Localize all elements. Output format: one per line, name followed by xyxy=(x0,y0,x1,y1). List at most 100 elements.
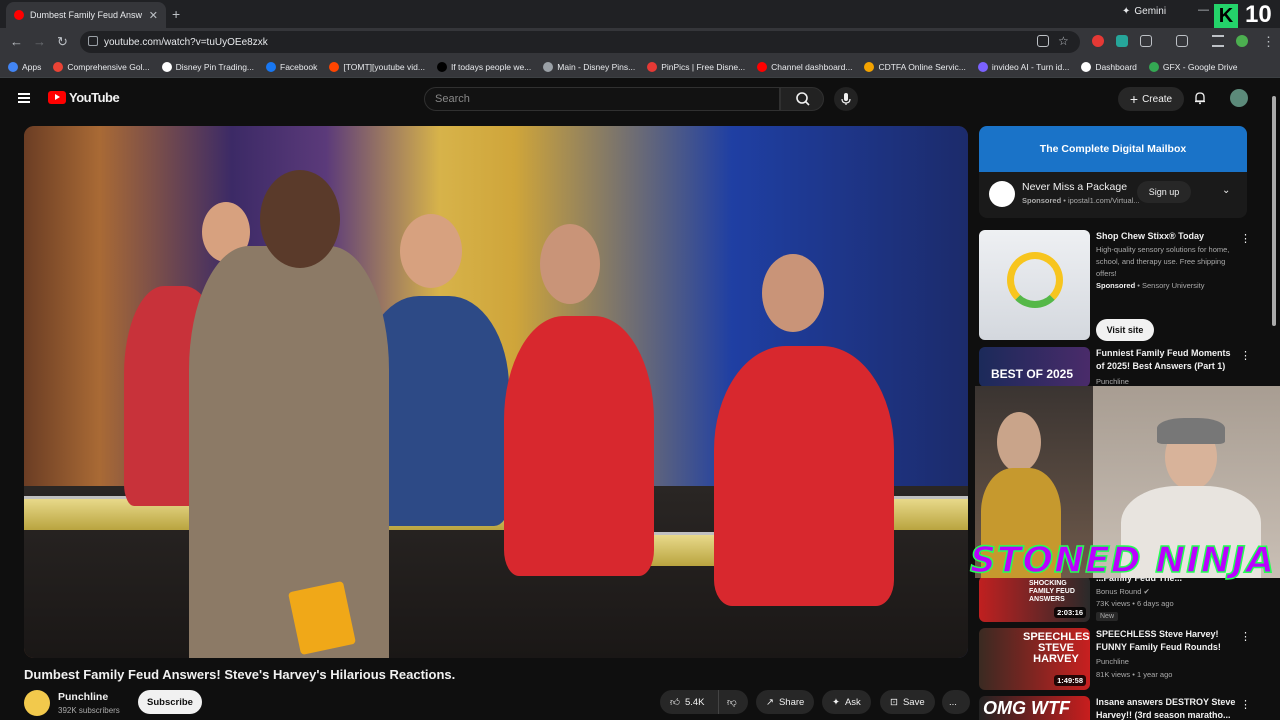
more-actions-button[interactable]: ... xyxy=(942,690,970,714)
video-thumbnail[interactable]: BEST OF 2025 xyxy=(979,347,1090,387)
bookmark-favicon-icon xyxy=(977,61,988,72)
youtube-play-icon xyxy=(48,91,66,104)
visit-site-button[interactable]: Visit site xyxy=(1096,319,1154,341)
list-item[interactable]: OMG WTF Insane answers DESTROY Steve Har… xyxy=(979,696,1247,720)
bookmark-item[interactable]: CDTFA Online Servic... xyxy=(864,61,966,72)
bookmark-item[interactable]: GFX - Google Drive xyxy=(1148,61,1238,72)
page-scrollbar[interactable] xyxy=(1272,96,1276,326)
address-bar[interactable]: youtube.com/watch?v=tuUyOEe8zxk xyxy=(80,31,1080,53)
extensions-puzzle-icon[interactable] xyxy=(1140,35,1152,47)
thumbnail-text: OMG WTF xyxy=(983,698,1070,718)
gemini-button[interactable]: ✦ Gemini xyxy=(1122,6,1166,17)
bookmark-icon: ⊡ xyxy=(890,696,898,708)
bookmark-item[interactable]: Dashboard xyxy=(1081,61,1137,72)
youtube-logo[interactable]: YouTube xyxy=(48,90,120,105)
bookmark-label: Main - Disney Pins... xyxy=(557,61,636,72)
list-item[interactable]: BEST OF 2025 Funniest Family Feud Moment… xyxy=(979,347,1251,387)
rec-title[interactable]: Funniest Family Feud Moments of 2025! Be… xyxy=(1096,347,1236,372)
save-button[interactable]: ⊡ Save xyxy=(880,690,935,714)
bookmark-item[interactable]: If todays people we... xyxy=(436,61,531,72)
chevron-down-icon[interactable]: ⌄ xyxy=(1222,185,1230,196)
ad-domain: ipostal1.com/Virtual... xyxy=(1067,196,1140,205)
video-contestant xyxy=(714,346,894,606)
ad-title[interactable]: Never Miss a Package xyxy=(1022,181,1127,193)
bookmark-favicon-icon xyxy=(757,61,768,72)
close-tab-icon[interactable]: ✕ xyxy=(149,9,158,22)
bookmark-item[interactable]: PinPics | Free Disne... xyxy=(647,61,745,72)
search-button[interactable] xyxy=(780,87,824,111)
sponsored-ad-card[interactable]: The Complete Digital Mailbox Never Miss … xyxy=(979,126,1247,218)
kebab-menu-icon[interactable]: ⋮ xyxy=(1240,349,1251,362)
browser-menu-icon[interactable]: ⋮ xyxy=(1262,34,1275,50)
video-player[interactable] xyxy=(24,126,968,658)
rec-sponsored-label: Sponsored xyxy=(1096,281,1136,290)
more-icon: ... xyxy=(949,696,957,708)
back-icon[interactable]: ← xyxy=(10,34,23,49)
video-thumbnail[interactable]: SHOCKING FAMILY FEUD ANSWERS 2:03:16 xyxy=(979,576,1090,622)
channel-name[interactable]: Punchline xyxy=(58,691,108,703)
channel-avatar[interactable] xyxy=(24,690,50,716)
ad-banner[interactable]: The Complete Digital Mailbox xyxy=(979,126,1247,172)
bookmark-item[interactable]: Channel dashboard... xyxy=(757,61,852,72)
rec-meta: 81K views • 1 year ago xyxy=(1096,670,1173,679)
bookmark-label: invideo AI - Turn id... xyxy=(991,61,1070,72)
extension-red-icon[interactable] xyxy=(1092,35,1104,47)
minimize-icon[interactable]: — xyxy=(1198,4,1209,16)
product-thumbnail[interactable] xyxy=(979,230,1090,340)
tab-title: Dumbest Family Feud Answ xyxy=(30,10,143,20)
menu-hamburger-icon[interactable] xyxy=(18,93,30,103)
subscriber-count: 392K subscribers xyxy=(58,706,120,715)
site-info-icon[interactable] xyxy=(88,36,98,46)
notifications-bell-icon[interactable] xyxy=(1193,91,1207,105)
list-item[interactable]: SPEECHLESS STEVE HARVEY 1:49:58 SPEECHLE… xyxy=(979,628,1251,690)
youtube-header: YouTube Search + Create xyxy=(0,78,1280,120)
search-input[interactable]: Search xyxy=(424,87,780,111)
extension-teal-icon[interactable] xyxy=(1116,35,1128,47)
gemini-label: Gemini xyxy=(1134,6,1167,17)
new-tab-button[interactable]: + xyxy=(172,6,180,22)
bookmark-label: [TOMT][youtube vid... xyxy=(343,61,425,72)
video-thumbnail[interactable]: OMG WTF xyxy=(979,696,1090,720)
rec-description: High-quality sensory solutions for home,… xyxy=(1096,245,1230,278)
gemini-icon: ✦ xyxy=(1122,6,1131,17)
account-avatar[interactable] xyxy=(1230,89,1248,107)
video-thumbnail[interactable]: SPEECHLESS STEVE HARVEY 1:49:58 xyxy=(979,628,1090,690)
bookmark-item[interactable]: Facebook xyxy=(266,61,317,72)
like-button[interactable]: 👍︎ 5.4K xyxy=(660,690,718,714)
browser-tab[interactable]: Dumbest Family Feud Answ ✕ xyxy=(6,2,166,28)
install-app-icon[interactable] xyxy=(1037,35,1049,47)
ask-button[interactable]: ✦ Ask xyxy=(822,690,871,714)
reading-list-icon[interactable] xyxy=(1176,35,1188,47)
sponsored-product[interactable]: Shop Chew Stixx® Today High-quality sens… xyxy=(979,230,1251,342)
ad-signup-button[interactable]: Sign up xyxy=(1137,181,1191,203)
dislike-button[interactable]: 👎︎ xyxy=(718,690,748,714)
bookmark-favicon-icon xyxy=(1148,61,1159,72)
bookmark-star-icon[interactable]: ☆ xyxy=(1058,34,1069,48)
bookmark-item[interactable]: Comprehensive Gol... xyxy=(53,61,150,72)
bookmark-item[interactable]: [TOMT][youtube vid... xyxy=(329,61,425,72)
ad-sponsored-label: Sponsored xyxy=(1022,196,1062,205)
rec-title[interactable]: SPEECHLESS Steve Harvey! FUNNY Family Fe… xyxy=(1096,628,1236,653)
bookmark-favicon-icon xyxy=(161,61,172,72)
bookmark-item[interactable]: Apps xyxy=(8,61,41,72)
thumbnail-text: SHOCKING FAMILY FEUD ANSWERS xyxy=(1029,580,1075,603)
rec-title[interactable]: Shop Chew Stixx® Today xyxy=(1096,230,1236,243)
thumbs-up-icon: 👍︎ xyxy=(670,697,680,708)
forward-icon[interactable]: → xyxy=(33,34,46,49)
kebab-menu-icon[interactable]: ⋮ xyxy=(1240,698,1247,711)
kebab-menu-icon[interactable]: ⋮ xyxy=(1240,232,1251,245)
stoned-ninja-overlay-text: STONED NINJA xyxy=(969,539,1276,582)
profile-icon[interactable] xyxy=(1236,35,1248,47)
bookmark-item[interactable]: Disney Pin Trading... xyxy=(161,61,254,72)
rec-title[interactable]: Insane answers DESTROY Steve Harvey!! (3… xyxy=(1096,696,1236,720)
reload-icon[interactable]: ↻ xyxy=(57,34,68,50)
create-button[interactable]: + Create xyxy=(1118,87,1184,111)
media-control-icon[interactable] xyxy=(1212,35,1224,47)
subscribe-button[interactable]: Subscribe xyxy=(138,690,202,714)
bookmark-item[interactable]: Main - Disney Pins... xyxy=(543,61,636,72)
rec-meta: 73K views • 6 days ago xyxy=(1096,599,1174,608)
bookmark-item[interactable]: invideo AI - Turn id... xyxy=(977,61,1070,72)
voice-search-button[interactable] xyxy=(834,87,858,111)
share-button[interactable]: ↗ Share xyxy=(756,690,815,714)
kebab-menu-icon[interactable]: ⋮ xyxy=(1240,630,1251,643)
